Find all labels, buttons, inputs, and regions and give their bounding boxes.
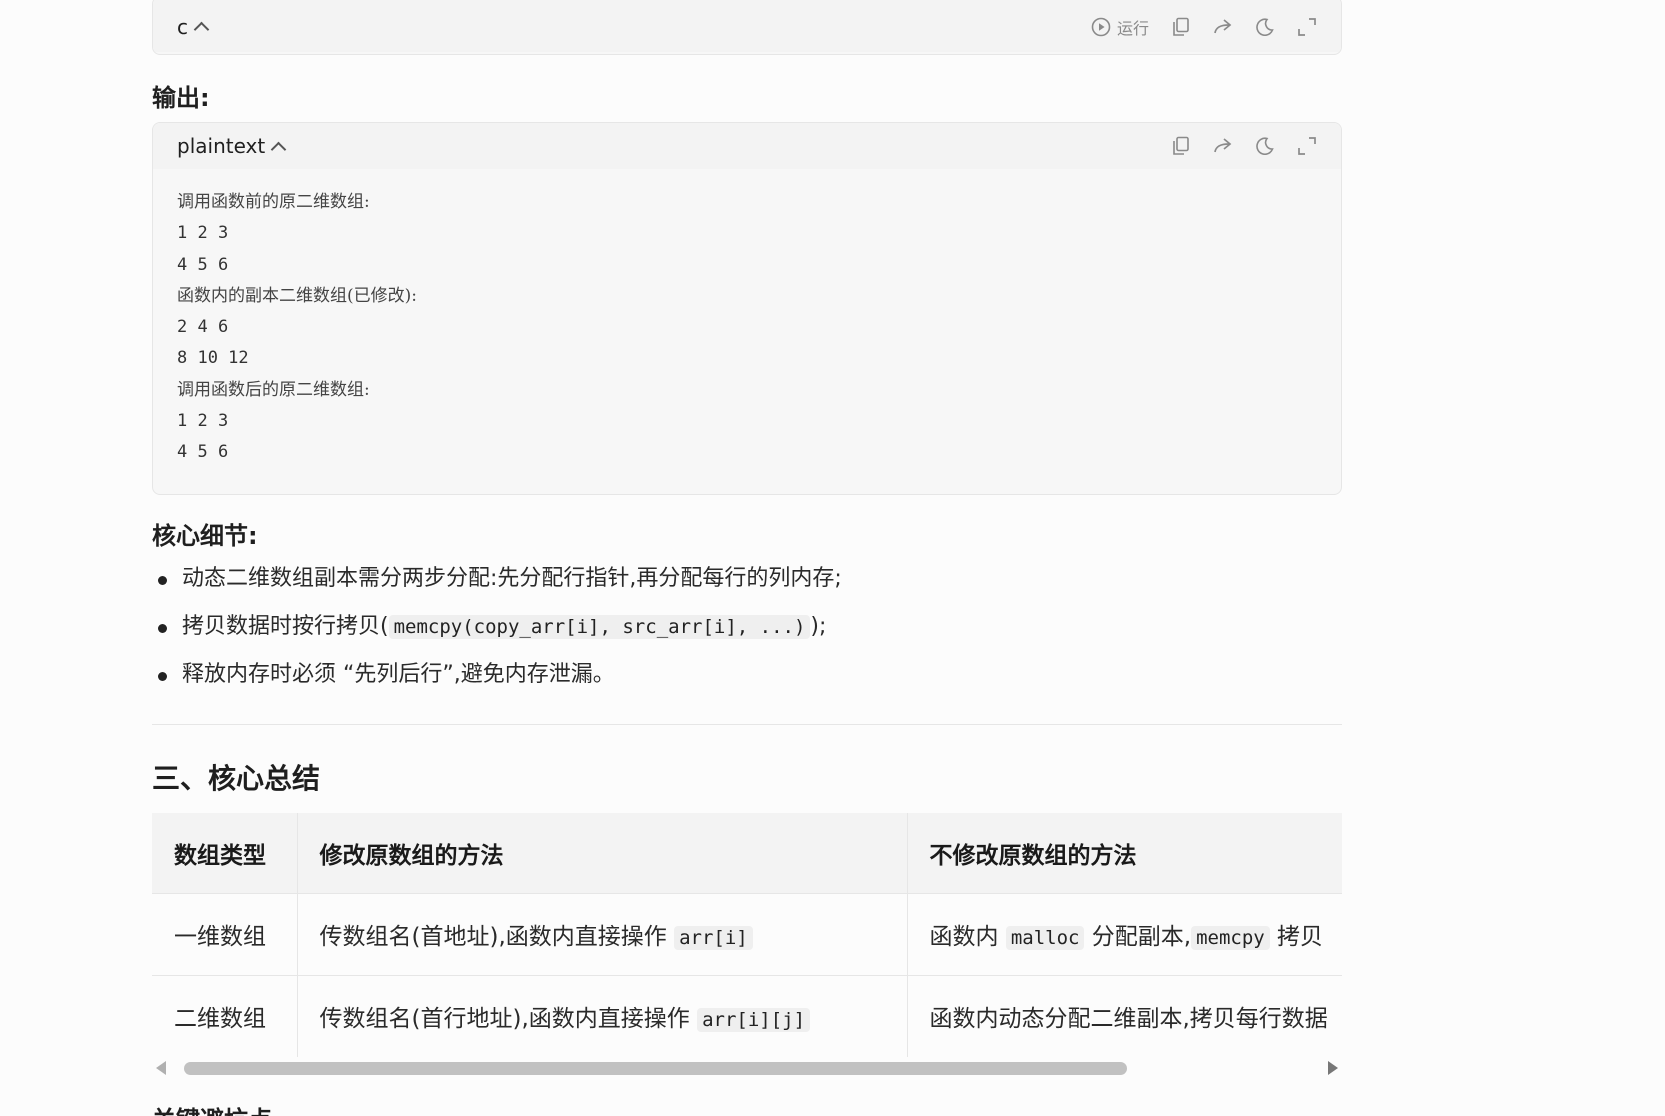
code-line: 1 2 3	[177, 223, 229, 244]
language-label: c	[177, 14, 188, 39]
code-line: 4 5 6	[177, 254, 229, 275]
code-line: 1 2 3	[177, 411, 229, 432]
chevron-up-icon	[193, 21, 210, 38]
list-item: 拷贝数据时按行拷贝(memcpy(copy_arr[i], src_arr[i]…	[152, 605, 842, 653]
chevron-up-icon	[270, 141, 287, 157]
core-details-heading: 核心细节:	[152, 522, 258, 550]
run-label: 运行	[1116, 18, 1149, 38]
code-line: 4 5 6	[177, 442, 229, 463]
table-cell: 函数内 malloc 分配副本, memcpy 拷贝	[907, 893, 1342, 976]
code-line: 函数内的副本二维数组(已修改):	[177, 285, 417, 306]
column-header: 修改原数组的方法	[297, 813, 908, 894]
avoid-pitfalls-heading: 关键避坑点	[152, 1100, 272, 1116]
expand-icon[interactable]	[1297, 136, 1317, 156]
code-block-plaintext: plaintext 调用函数前的原二维数组: 1 2 3 4 5 6 函数内的副本二维…	[152, 122, 1342, 495]
expand-icon[interactable]	[1297, 17, 1317, 37]
core-details-list: 动态二维数组副本需分两步分配:先分配行指针,再分配每行的列内存; 拷贝数据时按行…	[152, 557, 842, 701]
inline-code: malloc	[1005, 926, 1085, 950]
table-header-row: 数组类型 修改原数组的方法 不修改原数组的方法	[152, 813, 1342, 894]
code-line: 调用函数后的原二维数组:	[177, 379, 370, 400]
code-block-header: plaintext	[153, 123, 1341, 169]
code-output: 调用函数前的原二维数组: 1 2 3 4 5 6 函数内的副本二维数组(已修改): 2 …	[153, 169, 1341, 487]
output-heading: 输出:	[152, 84, 210, 112]
language-toggle[interactable]: plaintext	[177, 134, 287, 158]
table-horizontal-scrollbar[interactable]	[152, 1057, 1342, 1079]
run-button[interactable]: 运行	[1091, 15, 1149, 39]
table-cell: 一维数组	[152, 893, 298, 976]
inline-code: memcpy	[1191, 926, 1270, 950]
inline-code: memcpy(copy_arr[i], src_arr[i], ...)	[388, 615, 811, 639]
summary-table: 数组类型 修改原数组的方法 不修改原数组的方法 一维数组 传数组名(首地址),函…	[152, 813, 1342, 1057]
code-line: 调用函数前的原二维数组:	[177, 192, 370, 212]
column-header: 数组类型	[152, 813, 298, 894]
inline-code: arr[i]	[674, 926, 753, 950]
scroll-right-arrow-icon[interactable]	[1328, 1061, 1338, 1075]
inline-code: arr[i][j]	[697, 1008, 811, 1032]
summary-table-scroller[interactable]: 数组类型 修改原数组的方法 不修改原数组的方法 一维数组 传数组名(首地址),函…	[152, 813, 1342, 1057]
theme-moon-icon[interactable]	[1255, 136, 1275, 156]
scrollbar-thumb[interactable]	[184, 1062, 1127, 1075]
table-cell: 二维数组	[152, 975, 298, 1057]
table-cell: 传数组名(首地址),函数内直接操作 arr[i]	[297, 893, 908, 976]
scroll-left-arrow-icon[interactable]	[156, 1061, 166, 1075]
copy-icon[interactable]	[1171, 136, 1191, 156]
share-icon[interactable]	[1213, 17, 1233, 37]
table-row: 一维数组 传数组名(首地址),函数内直接操作 arr[i] 函数内 malloc…	[152, 893, 1342, 976]
play-circle-icon	[1091, 17, 1111, 36]
code-line: 8 10 12	[177, 348, 249, 369]
list-item: 动态二维数组副本需分两步分配:先分配行指针,再分配每行的列内存;	[152, 557, 842, 605]
code-block-header: c 运行	[153, 0, 1341, 52]
column-header: 不修改原数组的方法	[907, 813, 1342, 894]
list-item: 释放内存时必须 “先列后行”,避免内存泄漏。	[152, 653, 842, 701]
table-cell: 函数内动态分配二维副本,拷贝每行数据	[907, 975, 1342, 1057]
code-block-c: c 运行	[152, 0, 1342, 55]
language-label: plaintext	[177, 134, 266, 158]
table-row: 二维数组 传数组名(首行地址),函数内直接操作 arr[i][j] 函数内动态分…	[152, 975, 1342, 1057]
divider	[152, 724, 1342, 725]
share-icon[interactable]	[1213, 136, 1233, 156]
copy-icon[interactable]	[1171, 17, 1191, 37]
language-toggle[interactable]: c	[177, 14, 210, 39]
summary-heading: 三、核心总结	[152, 762, 321, 795]
code-line: 2 4 6	[177, 317, 229, 338]
theme-moon-icon[interactable]	[1255, 17, 1275, 37]
table-cell: 传数组名(首行地址),函数内直接操作 arr[i][j]	[297, 975, 908, 1057]
